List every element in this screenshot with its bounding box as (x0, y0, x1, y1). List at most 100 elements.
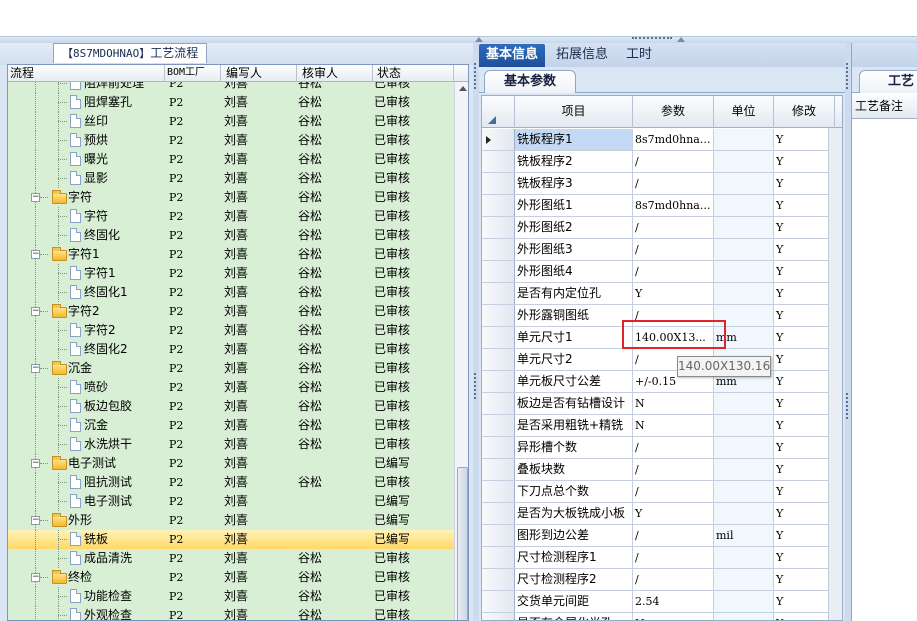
params-row[interactable]: 尺寸检测程序1/ Y (482, 547, 842, 569)
collapse-toggle-icon[interactable]: − (31, 459, 40, 468)
row-selector[interactable] (482, 591, 515, 612)
modify-cell[interactable]: Y (774, 239, 835, 260)
modify-cell[interactable]: Y (774, 459, 835, 480)
row-selector[interactable] (482, 503, 515, 524)
unit-cell[interactable] (714, 569, 774, 590)
item-cell[interactable]: 单元板尺寸公差 (515, 371, 633, 392)
tree-row[interactable]: 铣板 P2 刘喜 已编写 (8, 530, 454, 549)
item-cell[interactable]: 异形槽个数 (515, 437, 633, 458)
unit-cell[interactable] (714, 591, 774, 612)
row-selector[interactable] (482, 569, 515, 590)
modify-cell[interactable]: Y (774, 481, 835, 502)
modify-cell[interactable]: Y (774, 591, 835, 612)
row-selector[interactable] (482, 437, 515, 458)
tab-basic-info[interactable]: 基本信息 (479, 44, 546, 67)
modify-cell[interactable]: Y (774, 217, 835, 238)
collapse-toggle-icon[interactable]: − (31, 573, 40, 582)
unit-cell[interactable] (714, 283, 774, 304)
item-cell[interactable]: 下刀点总个数 (515, 481, 633, 502)
params-row[interactable]: 铣板程序1 8s7md0hna... Y (482, 129, 842, 151)
params-row[interactable]: 是否有内定位孔 Y Y (482, 283, 842, 305)
tree-row[interactable]: 板边包胶 P2 刘喜 谷松 已审核 (8, 397, 454, 416)
tree-row[interactable]: 显影 P2 刘喜 谷松 已审核 (8, 169, 454, 188)
item-cell[interactable]: 外形图纸4 (515, 261, 633, 282)
unit-cell[interactable] (714, 393, 774, 414)
param-cell[interactable]: / (633, 569, 714, 590)
modify-cell[interactable]: Y (774, 283, 835, 304)
params-row[interactable]: 叠板块数 / Y (482, 459, 842, 481)
collapse-toggle-icon[interactable]: − (31, 307, 40, 316)
unit-cell[interactable] (714, 547, 774, 568)
param-cell[interactable]: / (633, 239, 714, 260)
splitter-grip-icon[interactable] (632, 37, 672, 41)
param-cell[interactable]: / (633, 217, 714, 238)
tree-row[interactable]: − 电子测试 P2 刘喜 已编写 (8, 454, 454, 473)
row-selector[interactable] (482, 459, 515, 480)
unit-cell[interactable] (714, 151, 774, 172)
param-cell[interactable]: / (633, 437, 714, 458)
collapse-toggle-icon[interactable]: − (31, 364, 40, 373)
params-row[interactable]: 尺寸检测程序2/ Y (482, 569, 842, 591)
tree-row[interactable]: 水洗烘干 P2 刘喜 谷松 已审核 (8, 435, 454, 454)
unit-cell[interactable] (714, 261, 774, 282)
modify-cell[interactable]: Y (774, 195, 835, 216)
unit-cell[interactable] (714, 217, 774, 238)
scrollbar-thumb[interactable] (457, 467, 468, 620)
collapse-toggle-icon[interactable]: − (31, 193, 40, 202)
tree-row[interactable]: 字符1 P2 刘喜 谷松 已审核 (8, 264, 454, 283)
col-header-bom[interactable]: BOM工厂 (165, 65, 221, 82)
item-cell[interactable]: 外形图纸1 (515, 195, 633, 216)
params-row[interactable]: 是否有金属化半孔N Y (482, 613, 842, 620)
param-cell[interactable]: / (633, 261, 714, 282)
tree-row[interactable]: 终固化 P2 刘喜 谷松 已审核 (8, 226, 454, 245)
tab-process[interactable]: 工艺 (859, 70, 917, 93)
row-selector[interactable] (482, 349, 515, 370)
item-cell[interactable]: 外形图纸3 (515, 239, 633, 260)
collapse-toggle-icon[interactable]: − (31, 516, 40, 525)
modify-cell[interactable]: Y (774, 503, 835, 524)
item-cell[interactable]: 交货单元间距 (515, 591, 633, 612)
params-row[interactable]: 外形图纸4/ Y (482, 261, 842, 283)
param-cell[interactable]: 8s7md0hna... (633, 195, 714, 216)
row-selector[interactable] (482, 547, 515, 568)
tab-process-flow[interactable]: 【8S7MDOHNAO】工艺流程 (53, 43, 208, 63)
param-cell[interactable]: / (633, 459, 714, 480)
top-splitter-bar[interactable] (0, 36, 917, 43)
tree-row[interactable]: 沉金 P2 刘喜 谷松 已审核 (8, 416, 454, 435)
item-cell[interactable]: 是否采用粗铣+精铣 (515, 415, 633, 436)
row-selector[interactable] (482, 217, 515, 238)
params-row[interactable]: 下刀点总个数 / Y (482, 481, 842, 503)
unit-cell[interactable] (714, 173, 774, 194)
params-row[interactable]: 外形图纸3/ Y (482, 239, 842, 261)
tree-vertical-scrollbar[interactable] (454, 82, 468, 620)
modify-cell[interactable]: Y (774, 525, 835, 546)
tree-row[interactable]: − 外形 P2 刘喜 已编写 (8, 511, 454, 530)
col-header-unit[interactable]: 单位 (714, 96, 774, 128)
tree-row[interactable]: 阻焊前处理 P2 刘喜 谷松 已审核 (8, 82, 454, 93)
unit-cell[interactable] (714, 613, 774, 620)
row-selector[interactable] (482, 371, 515, 392)
col-header-item[interactable]: 项目 (515, 96, 633, 128)
params-row[interactable]: 铣板程序3/ Y (482, 173, 842, 195)
param-cell[interactable]: / (633, 547, 714, 568)
param-cell[interactable]: 2.54 (633, 591, 714, 612)
unit-cell[interactable]: mil (714, 525, 774, 546)
item-cell[interactable]: 图形到边公差 (515, 525, 633, 546)
modify-cell[interactable]: Y (774, 305, 835, 326)
item-cell[interactable]: 外形图纸2 (515, 217, 633, 238)
tree-row[interactable]: 成品清洗 P2 刘喜 谷松 已审核 (8, 549, 454, 568)
col-header-reviewer[interactable]: 核审人 (297, 65, 373, 82)
scroll-up-arrow-icon[interactable] (459, 86, 467, 91)
params-row[interactable]: 单元尺寸2/Y (482, 349, 842, 371)
unit-cell[interactable] (714, 459, 774, 480)
tree-row[interactable]: 预烘 P2 刘喜 谷松 已审核 (8, 131, 454, 150)
modify-cell[interactable]: Y (774, 349, 835, 370)
param-cell[interactable]: N (633, 613, 714, 620)
tree-row[interactable]: 功能检查 P2 刘喜 谷松 已审核 (8, 587, 454, 606)
row-selector[interactable] (482, 327, 515, 348)
row-selector[interactable] (482, 415, 515, 436)
modify-cell[interactable]: Y (774, 151, 835, 172)
params-row[interactable]: 是否为大板铣成小板 Y Y (482, 503, 842, 525)
tree-row[interactable]: − 终检 P2 刘喜 谷松 已审核 (8, 568, 454, 587)
modify-cell[interactable]: Y (774, 261, 835, 282)
